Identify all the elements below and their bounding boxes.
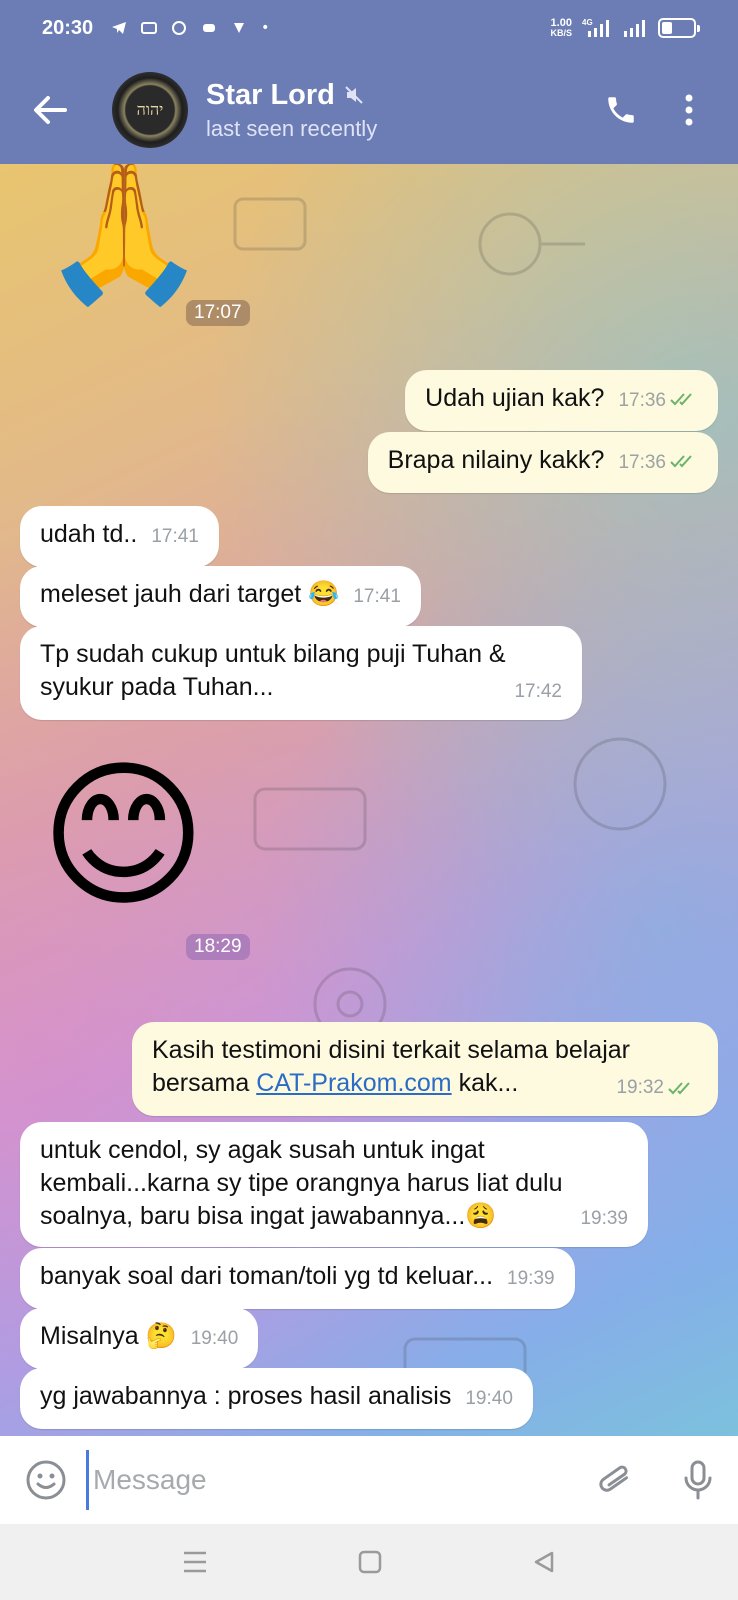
emoji-icon[interactable] bbox=[24, 1458, 68, 1502]
double-check-icon bbox=[670, 393, 692, 406]
doodle-background bbox=[253, 787, 367, 851]
doodle-background bbox=[478, 212, 585, 276]
svg-text:4G: 4G bbox=[582, 18, 593, 27]
incoming-message[interactable]: udah td.. 17:41 bbox=[20, 506, 219, 567]
telegram-notification-icon bbox=[112, 22, 127, 34]
doodle-background bbox=[233, 197, 307, 251]
message-text: Brapa nilainy kakk? bbox=[387, 446, 605, 474]
message-time: 19:39 bbox=[580, 1208, 628, 1229]
message-time: 19:39 bbox=[507, 1268, 555, 1289]
message-time: 19:40 bbox=[465, 1388, 513, 1409]
incoming-message[interactable]: meleset jauh dari target 😂 17:41 bbox=[20, 566, 421, 627]
message-time-group: 19:32 bbox=[616, 1071, 696, 1104]
message-time: 17:36 bbox=[618, 390, 666, 411]
system-nav-bar bbox=[0, 1524, 738, 1600]
battery-icon bbox=[658, 18, 700, 38]
message-field-wrapper bbox=[86, 1450, 596, 1510]
status-time: 20:30 bbox=[42, 16, 94, 39]
message-text: yg jawabannya : proses hasil analisis bbox=[40, 1382, 452, 1410]
signal-icon bbox=[624, 20, 645, 37]
sticker-folded-hands[interactable]: 🙏 bbox=[40, 165, 208, 300]
system-status: 1.00 KB/S 4G bbox=[550, 17, 700, 39]
sticker-smiling-face[interactable]: 😊 bbox=[40, 746, 207, 926]
network-speed-unit: KB/S bbox=[550, 28, 572, 38]
message-text: Udah ujian kak? bbox=[425, 384, 605, 412]
message-time: 17:41 bbox=[151, 526, 199, 547]
network-speed-value: 1.00 bbox=[550, 17, 572, 29]
double-check-icon bbox=[668, 1082, 690, 1095]
contact-status: last seen recently bbox=[206, 115, 378, 141]
signal-4g-icon: 4G bbox=[582, 18, 609, 37]
incoming-message[interactable]: Tp sudah cukup untuk bilang puji Tuhan &… bbox=[20, 626, 582, 720]
back-button[interactable] bbox=[0, 56, 100, 164]
message-text: untuk cendol, sy agak susah untuk ingat … bbox=[40, 1136, 563, 1230]
message-text: meleset jauh dari target 😂 bbox=[40, 580, 340, 608]
message-input-bar bbox=[0, 1436, 738, 1524]
message-time: 17:41 bbox=[353, 586, 401, 607]
message-text: udah td.. bbox=[40, 520, 138, 548]
header-actions bbox=[604, 93, 738, 127]
sticker-time: 17:07 bbox=[186, 300, 250, 326]
chat-area[interactable]: 🙏 17:07 Udah ujian kak? 17:36 Brapa nilai… bbox=[0, 164, 738, 1436]
home-nav-icon[interactable] bbox=[358, 1550, 382, 1574]
network-speed: 1.00 KB/S bbox=[550, 17, 572, 39]
message-time: 17:42 bbox=[514, 681, 562, 702]
more-notifications-dot: • bbox=[261, 20, 270, 36]
chat-header: יהוה Star Lord last seen recently bbox=[0, 56, 738, 164]
contact-info[interactable]: Star Lord last seen recently bbox=[206, 79, 377, 142]
input-actions bbox=[596, 1458, 714, 1502]
phone-call-icon[interactable] bbox=[604, 93, 638, 127]
message-time: 19:40 bbox=[190, 1328, 239, 1349]
message-link[interactable]: CAT-Prakom.com bbox=[256, 1069, 451, 1097]
sticker-time: 18:29 bbox=[186, 934, 250, 960]
contact-name-row: Star Lord bbox=[206, 79, 377, 112]
message-notification-icon bbox=[141, 22, 158, 34]
doodle-background bbox=[573, 737, 667, 831]
game-notification-icon bbox=[203, 24, 216, 32]
incoming-message[interactable]: yg jawabannya : proses hasil analisis 19:… bbox=[20, 1368, 533, 1429]
more-vertical-icon[interactable] bbox=[684, 93, 694, 127]
message-input[interactable] bbox=[93, 1464, 596, 1496]
incoming-message[interactable]: Misalnya 🤔 19:40 bbox=[20, 1308, 259, 1369]
incoming-message[interactable]: untuk cendol, sy agak susah untuk ingat … bbox=[20, 1122, 648, 1247]
back-nav-icon[interactable] bbox=[532, 1550, 556, 1574]
avatar[interactable]: יהוה bbox=[112, 72, 188, 148]
arrow-left-icon bbox=[34, 96, 67, 124]
status-bar: 20:30 • 1.00 KB/S 4G bbox=[0, 0, 738, 56]
muted-icon bbox=[345, 86, 363, 104]
outgoing-message[interactable]: Brapa nilainy kakk? 17:36 bbox=[367, 432, 718, 493]
message-text: banyak soal dari toman/toli yg td keluar… bbox=[40, 1262, 494, 1290]
message-text-after-link: kak... bbox=[451, 1069, 519, 1097]
microphone-icon[interactable] bbox=[682, 1458, 714, 1502]
contact-name: Star Lord bbox=[206, 78, 335, 111]
incoming-message[interactable]: banyak soal dari toman/toli yg td keluar… bbox=[20, 1248, 575, 1309]
menu-nav-icon[interactable] bbox=[182, 1550, 208, 1574]
double-check-icon bbox=[670, 455, 692, 468]
message-text: Misalnya 🤔 bbox=[40, 1322, 177, 1350]
message-time: 17:36 bbox=[618, 452, 666, 473]
message-text: Tp sudah cukup untuk bilang puji Tuhan &… bbox=[40, 640, 506, 701]
notification-icons: • bbox=[111, 20, 269, 36]
outgoing-message[interactable]: Kasih testimoni disini terkait selama be… bbox=[132, 1022, 718, 1116]
app-notification-icon bbox=[172, 21, 187, 35]
app2-notification-icon bbox=[234, 23, 245, 33]
outgoing-message[interactable]: Udah ujian kak? 17:36 bbox=[405, 370, 718, 431]
avatar-text: יהוה bbox=[136, 100, 164, 119]
message-time: 19:32 bbox=[616, 1077, 664, 1098]
attach-icon[interactable] bbox=[596, 1458, 636, 1502]
